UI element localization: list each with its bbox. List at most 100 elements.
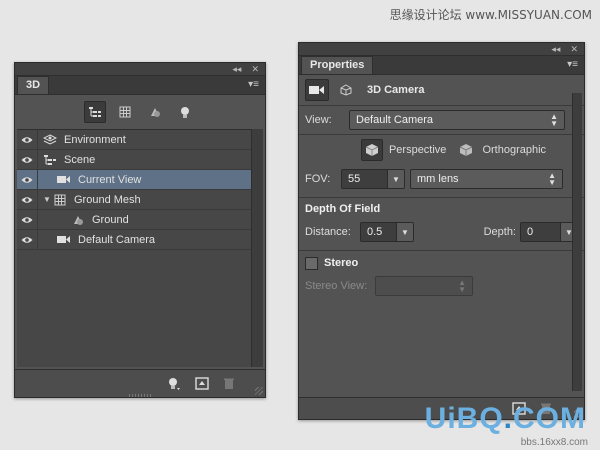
render-icon[interactable]: [195, 377, 209, 390]
light-filter-button[interactable]: [174, 101, 196, 123]
environment-icon: [42, 133, 58, 146]
layer-label: Default Camera: [78, 233, 156, 246]
view-dropdown[interactable]: Default Camera ▲ ▼: [349, 110, 565, 130]
mesh-filter-icon: [119, 106, 131, 118]
visibility-eye-icon[interactable]: [17, 170, 38, 189]
projection-row: Perspective Orthographic: [299, 135, 584, 165]
layer-row[interactable]: Current View: [17, 170, 251, 190]
visibility-eye-icon[interactable]: [17, 130, 38, 149]
coordinates-icon: [340, 84, 352, 96]
orthographic-label: Orthographic: [482, 144, 547, 156]
camera-icon: [56, 234, 72, 246]
watermark-logo: UiBQ.COM: [424, 402, 586, 435]
visibility-eye-icon[interactable]: [17, 190, 38, 209]
mesh-filter-button[interactable]: [114, 101, 136, 123]
visibility-eye-icon[interactable]: [17, 230, 38, 249]
perspective-label: Perspective: [388, 144, 447, 156]
layer-row[interactable]: Scene: [17, 150, 251, 170]
fov-field[interactable]: 55 ▼: [341, 169, 405, 189]
fov-value[interactable]: 55: [342, 170, 387, 188]
fov-row: FOV: 55 ▼ mm lens ▲ ▼: [299, 165, 584, 193]
camera-mode-button[interactable]: [305, 79, 329, 101]
lens-dropdown-value: mm lens: [417, 173, 459, 185]
properties-header: 3D Camera: [299, 75, 584, 106]
layer-label: Ground Mesh: [74, 193, 141, 206]
layer-label: Current View: [78, 173, 142, 186]
properties-scrollbar[interactable]: [572, 93, 582, 391]
updown-arrows-icon: ▲ ▼: [458, 278, 466, 294]
stereo-view-dropdown[interactable]: ▲ ▼: [375, 276, 473, 296]
fov-label: FOV:: [305, 173, 331, 185]
mesh-icon: [52, 194, 68, 206]
material-icon: [70, 214, 86, 226]
stereo-checkbox[interactable]: [305, 256, 318, 270]
depth-label: Depth:: [483, 226, 516, 238]
collapse-icon[interactable]: ◂◂: [551, 43, 560, 55]
resize-grip[interactable]: [255, 387, 263, 395]
coordinates-mode-button[interactable]: [335, 80, 357, 100]
view-dropdown-value: Default Camera: [356, 114, 434, 126]
depth-value[interactable]: 0: [521, 223, 560, 241]
camera-icon: [309, 86, 324, 94]
depth-field[interactable]: 0 ▼: [520, 222, 578, 242]
layer-row[interactable]: Ground: [17, 210, 251, 230]
properties-title: 3D Camera: [367, 84, 425, 96]
dropdown-arrow-icon[interactable]: ▼: [387, 170, 404, 188]
close-icon[interactable]: ✕: [570, 43, 578, 55]
panel-3d: ◂◂ ✕ 3D ▾≡ Environment Scene Current Vie…: [14, 62, 266, 398]
perspective-button[interactable]: [360, 139, 383, 161]
scene-filter-button[interactable]: [84, 101, 106, 123]
distance-value[interactable]: 0.5: [361, 223, 396, 241]
resize-handle[interactable]: [129, 394, 151, 397]
material-filter-icon: [151, 108, 160, 117]
panel-3d-footer: [15, 369, 265, 397]
updown-arrows-icon: ▲ ▼: [548, 171, 556, 187]
panel-3d-tabrow: 3D ▾≡: [15, 76, 265, 95]
scene-filter-icon: [89, 107, 101, 117]
visibility-eye-icon[interactable]: [17, 210, 38, 229]
panel-3d-titlebar: ◂◂ ✕: [15, 63, 265, 76]
filter-toolbar: [15, 95, 265, 129]
close-icon[interactable]: ✕: [251, 63, 259, 75]
dof-section: Depth Of Field: [299, 198, 584, 220]
orthographic-icon: [460, 144, 473, 156]
material-filter-button[interactable]: [144, 101, 166, 123]
panel-properties: ◂◂ ✕ Properties ▾≡ 3D Camera View: Defau…: [298, 42, 585, 420]
panel-menu-icon[interactable]: ▾≡: [248, 76, 265, 94]
layer-row[interactable]: Environment: [17, 130, 251, 150]
distance-row: Distance: 0.5 ▼ Depth: 0 ▼: [299, 220, 584, 244]
visibility-eye-icon[interactable]: [17, 150, 38, 169]
tab-properties[interactable]: Properties: [301, 56, 374, 74]
camera-icon: [56, 174, 72, 186]
watermark-url: bbs.16xx8.com: [520, 437, 588, 448]
stereo-view-label: Stereo View:: [305, 280, 368, 292]
light-filter-icon: [181, 106, 189, 118]
panel-menu-icon[interactable]: ▾≡: [567, 56, 584, 74]
view-label: View:: [305, 114, 332, 126]
dropdown-arrow-icon[interactable]: ▼: [396, 223, 413, 241]
perspective-icon: [365, 144, 379, 156]
add-light-icon[interactable]: [167, 377, 181, 391]
layer-list: Environment Scene Current View ▼ Ground Mesh…: [17, 129, 251, 367]
scene-icon: [42, 154, 58, 166]
distance-label: Distance:: [305, 226, 351, 238]
stereo-label: Stereo: [324, 257, 359, 269]
collapse-icon[interactable]: ◂◂: [232, 63, 241, 75]
delete-icon[interactable]: [223, 377, 235, 390]
updown-arrows-icon: ▲ ▼: [550, 112, 558, 128]
tab-3d[interactable]: 3D: [17, 76, 50, 94]
layer-row[interactable]: ▼ Ground Mesh: [17, 190, 251, 210]
layer-label: Environment: [64, 133, 126, 146]
site-title: 思缘设计论坛 www.MISSYUAN.COM: [389, 8, 592, 22]
view-row: View: Default Camera ▲ ▼: [299, 106, 584, 134]
stereo-view-row: Stereo View: ▲ ▼: [299, 275, 584, 297]
orthographic-button[interactable]: [456, 140, 476, 160]
layer-label: Ground: [92, 213, 129, 226]
dof-title: Depth Of Field: [305, 203, 381, 215]
lens-dropdown[interactable]: mm lens ▲ ▼: [410, 169, 563, 189]
layer-row[interactable]: Default Camera: [17, 230, 251, 250]
expand-triangle-icon[interactable]: ▼: [42, 195, 52, 204]
distance-field[interactable]: 0.5 ▼: [360, 222, 414, 242]
stereo-row: Stereo: [299, 251, 584, 275]
layer-list-scrollbar[interactable]: [251, 129, 263, 367]
